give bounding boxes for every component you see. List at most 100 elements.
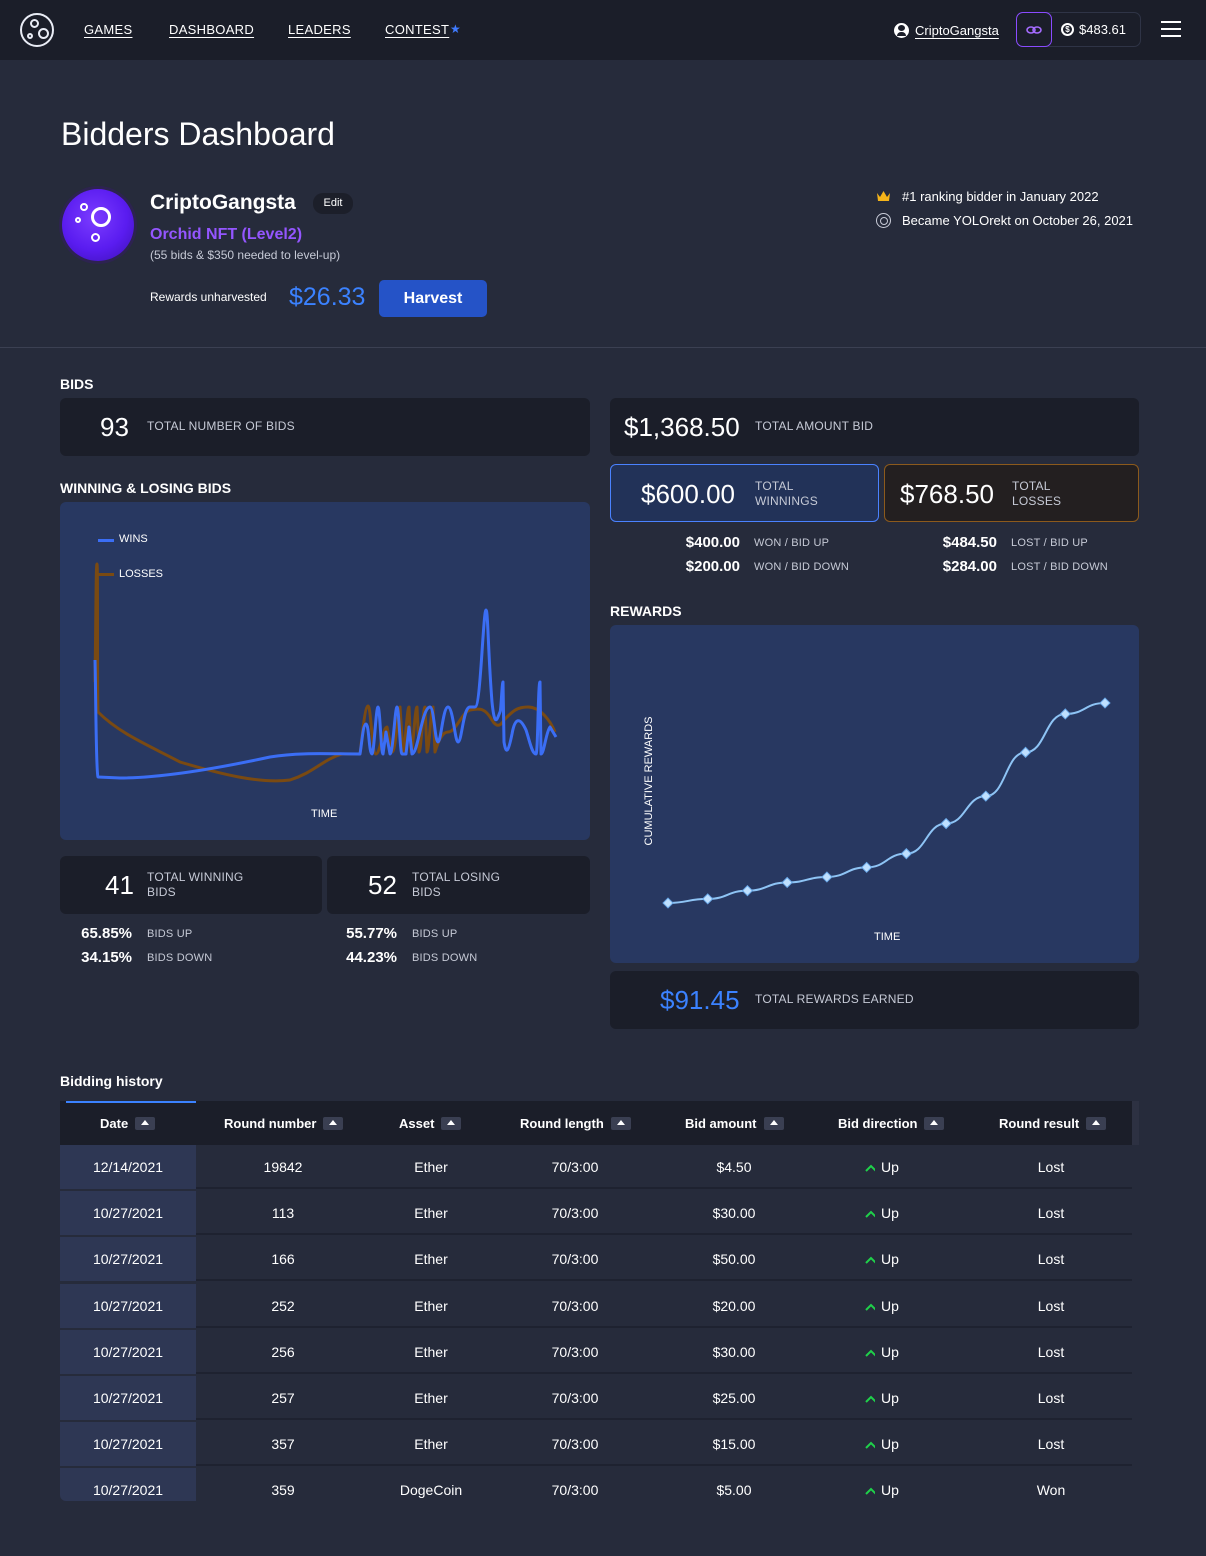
rewards-unharvested-value: $26.33 — [289, 283, 366, 311]
member-since-text: Became YOLOrekt on October 26, 2021 — [902, 213, 1134, 228]
edit-profile-button[interactable]: Edit — [313, 193, 353, 214]
sort-up-icon[interactable] — [135, 1116, 156, 1130]
arrow-up-icon — [865, 1210, 875, 1218]
col-round-length-label: Round length — [520, 1115, 604, 1131]
rewards-point-0[interactable] — [662, 897, 674, 909]
round-length-cell: 70/3:00 — [551, 1205, 599, 1222]
rewards-point-6[interactable] — [900, 848, 913, 860]
won-down-label: WON / BID DOWN — [754, 561, 850, 573]
rewards-unharvested-label: Rewards unharvested — [150, 290, 267, 304]
round-result-cell: Lost — [1037, 1159, 1065, 1175]
col-date[interactable]: Date — [100, 1115, 156, 1131]
rewards-point-4[interactable] — [821, 871, 833, 883]
table-row[interactable]: 12/14/2021 19842 Ether 70/3:00 $4.50 Up Lost — [60, 1145, 1132, 1189]
total-rewards-value: $91.45 — [660, 985, 740, 1015]
col-bid-direction[interactable]: Bid direction — [838, 1115, 945, 1131]
col-asset[interactable]: Asset — [399, 1115, 462, 1131]
nav-dashboard-link[interactable]: DASHBOARD — [169, 22, 254, 37]
sort-up-icon[interactable] — [1086, 1116, 1107, 1130]
bid-direction-cell: Up — [881, 1482, 899, 1499]
rewards-point-8[interactable] — [980, 790, 992, 802]
asset-cell: Ether — [414, 1159, 448, 1175]
round-length-cell: 70/3:00 — [551, 1436, 599, 1453]
harvest-button[interactable]: Harvest — [379, 280, 487, 317]
sort-up-icon[interactable] — [763, 1116, 784, 1130]
col-bid-amount-label: Bid amount — [685, 1115, 757, 1131]
nav-leaders-link[interactable]: LEADERS — [288, 22, 351, 37]
top-navbar: GAMES DASHBOARD LEADERS CONTEST ★ Cripto… — [0, 0, 1206, 60]
losing-bids-card: 52 TOTAL LOSING BIDS — [327, 856, 590, 914]
rewards-point-5[interactable] — [860, 861, 873, 874]
bidding-history-title: Bidding history — [60, 1073, 163, 1089]
col-round-number[interactable]: Round number — [224, 1115, 344, 1131]
col-round-result[interactable]: Round result — [999, 1115, 1107, 1131]
col-round-length[interactable]: Round length — [520, 1115, 631, 1131]
rewards-plot — [662, 697, 1111, 909]
table-row[interactable]: 10/27/2021 166 Ether 70/3:00 $50.00 Up Lost — [60, 1237, 1132, 1282]
date-cell: 10/27/2021 — [92, 1343, 164, 1360]
bid-amount-cell: $25.00 — [712, 1390, 756, 1406]
total-bids-label: TOTAL NUMBER OF BIDS — [147, 419, 295, 433]
lose-bids-up-label: BIDS UP — [412, 928, 458, 940]
nav-games-link[interactable]: GAMES — [84, 22, 132, 37]
app-logo-icon[interactable] — [20, 13, 54, 47]
col-bid-amount[interactable]: Bid amount — [685, 1115, 784, 1131]
rewards-point-1[interactable] — [702, 893, 714, 905]
total-amount-label: TOTAL AMOUNT BID — [755, 419, 874, 433]
wallet-balance: $483.61 — [1079, 22, 1126, 37]
lose-bids-down-label: BIDS DOWN — [412, 952, 478, 964]
contest-star-icon: ★ — [450, 22, 461, 36]
sort-up-icon[interactable] — [610, 1116, 631, 1130]
sort-up-icon[interactable] — [441, 1116, 462, 1130]
win-bids-down-pct: 34.15% — [81, 949, 132, 966]
rewards-point-2[interactable] — [741, 885, 754, 897]
lost-up-label: LOST / BID UP — [1011, 537, 1088, 549]
bid-direction-cell: Up — [881, 1251, 899, 1268]
bid-direction-cell: Up — [881, 1436, 899, 1453]
avatar — [62, 189, 134, 261]
total-rewards-label: TOTAL REWARDS EARNED — [755, 992, 914, 1006]
rewards-point-7[interactable] — [940, 817, 952, 830]
bid-amount-cell: $5.00 — [716, 1482, 752, 1499]
win-bids-up-pct: 65.85% — [81, 925, 132, 942]
winlose-chart: WINS LOSSES TIME — [60, 502, 590, 840]
date-column-indicator — [66, 1101, 196, 1103]
round-length-cell: 70/3:00 — [551, 1390, 599, 1406]
asset-cell: Ether — [414, 1436, 448, 1453]
rewards-point-3[interactable] — [781, 876, 793, 889]
table-row[interactable]: 10/27/2021 256 Ether 70/3:00 $30.00 Up Lost — [60, 1329, 1132, 1374]
arrow-up-icon — [865, 1256, 875, 1265]
asset-cell: Ether — [414, 1251, 448, 1268]
date-cell: 10/27/2021 — [92, 1482, 164, 1499]
total-rewards-card: $91.45 TOTAL REWARDS EARNED — [610, 971, 1139, 1029]
arrow-up-icon — [865, 1395, 875, 1403]
nav-contest-link[interactable]: CONTEST — [385, 22, 449, 37]
bid-amount-cell: $4.50 — [716, 1159, 752, 1175]
sort-up-icon[interactable] — [924, 1116, 945, 1130]
rewards-point-10[interactable] — [1059, 708, 1071, 720]
round-result-cell: Lost — [1037, 1343, 1065, 1360]
bid-direction-cell: Up — [881, 1297, 899, 1314]
bids-section-title: BIDS — [60, 376, 94, 392]
wallet-link-button[interactable] — [1016, 12, 1052, 47]
sort-up-icon[interactable] — [323, 1116, 344, 1130]
total-winnings-label: TOTAL WINNINGS — [755, 479, 818, 508]
coin-icon: $ — [1061, 23, 1074, 36]
hamburger-menu-icon[interactable] — [1161, 21, 1181, 37]
round-number-cell: 19842 — [263, 1159, 303, 1175]
user-icon — [894, 23, 909, 38]
table-row[interactable]: 10/27/2021 257 Ether 70/3:00 $25.00 Up Lost — [60, 1376, 1132, 1420]
round-number-cell: 357 — [271, 1436, 295, 1453]
col-bid-direction-label: Bid direction — [838, 1115, 918, 1131]
table-row[interactable]: 10/27/2021 113 Ether 70/3:00 $30.00 Up Lost — [60, 1191, 1132, 1236]
bid-direction-cell: Up — [881, 1205, 899, 1222]
rewards-point-11[interactable] — [1099, 697, 1111, 709]
round-result-cell: Lost — [1037, 1390, 1065, 1406]
table-row[interactable]: 10/27/2021 359 DogeCoin 70/3:00 $5.00 Up Won — [60, 1468, 1132, 1501]
table-row[interactable]: 10/27/2021 252 Ether 70/3:00 $20.00 Up Lost — [60, 1283, 1132, 1328]
table-scrollbar[interactable] — [1132, 1101, 1139, 1145]
nav-username-link[interactable]: CriptoGangsta — [915, 23, 999, 38]
rewards-point-9[interactable] — [1019, 746, 1032, 758]
arrow-up-icon — [865, 1303, 875, 1311]
table-row[interactable]: 10/27/2021 357 Ether 70/3:00 $15.00 Up Lost — [60, 1422, 1132, 1467]
